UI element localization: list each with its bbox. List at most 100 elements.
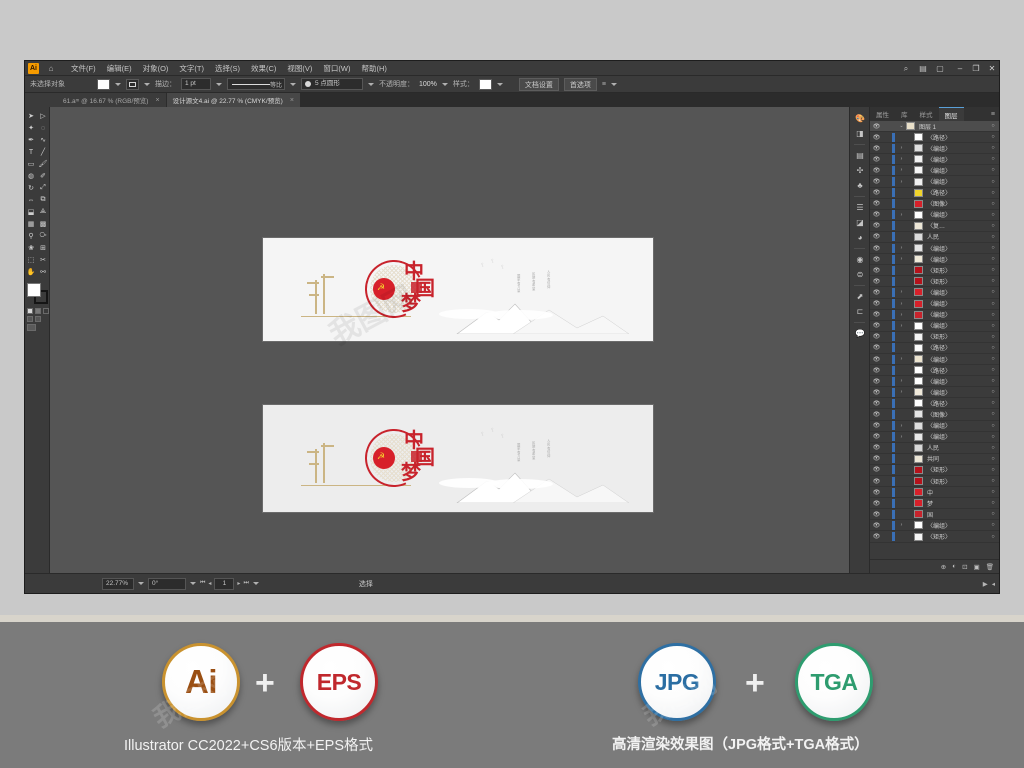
layer-target-icon[interactable]: ○ xyxy=(987,179,999,185)
layers-list[interactable]: 👁 ⌄ 图层 1 ○ 👁 〈路径〉 ○ 👁 › 〈编组〉 ○ 👁 › 〈编组〉 ○ 👁 › 〈编组〉 ○ 👁 › 〈编组〉… xyxy=(870,121,999,559)
layer-row[interactable]: 👁 〈路径〉 ○ xyxy=(870,343,999,354)
layer-visibility-icon[interactable]: 👁 xyxy=(870,400,883,407)
canvas-area[interactable]: ☭ 中 国 梦 ᭬ ᭬ ᭬ 国家有力量 民族有希望 人民有信仰 ☭ 中 国 梦 … xyxy=(50,107,869,573)
brush-definition-select[interactable]: 5 点圆形 xyxy=(301,78,363,90)
layer-target-icon[interactable]: ○ xyxy=(987,334,999,340)
artboard-tool[interactable]: ⬚ xyxy=(25,254,37,266)
nav-first-icon[interactable]: ⏮ xyxy=(200,580,205,587)
home-icon[interactable]: ⌂ xyxy=(44,64,58,73)
lasso-tool[interactable]: ◌ xyxy=(37,122,49,134)
layer-target-icon[interactable]: ○ xyxy=(987,201,999,207)
color-guide-icon[interactable]: ◨ xyxy=(850,126,870,141)
graphic-style-swatch[interactable] xyxy=(478,78,492,90)
layer-target-icon[interactable]: ○ xyxy=(987,312,999,318)
fill-swatch[interactable] xyxy=(97,78,110,90)
layer-target-icon[interactable]: ○ xyxy=(987,167,999,173)
layer-row[interactable]: 👁 共同 ○ xyxy=(870,454,999,465)
layer-visibility-icon[interactable]: 👁 xyxy=(870,367,883,374)
layer-expand-icon[interactable]: › xyxy=(897,423,906,429)
layer-target-icon[interactable]: ○ xyxy=(987,411,999,417)
layer-visibility-icon[interactable]: 👁 xyxy=(870,289,883,296)
hand-tool[interactable]: ✋ xyxy=(25,266,37,278)
layer-visibility-icon[interactable]: 👁 xyxy=(870,256,883,263)
preferences-button[interactable]: 首选项 xyxy=(563,77,597,91)
layer-row[interactable]: 👁 › 〈编组〉 ○ xyxy=(870,210,999,221)
menu-help[interactable]: 帮助(H) xyxy=(361,61,388,76)
layer-row[interactable]: 👁 〈矩形〉 ○ xyxy=(870,265,999,277)
layer-target-icon[interactable]: ○ xyxy=(987,156,999,162)
layer-target-icon[interactable]: ○ xyxy=(987,367,999,373)
layer-expand-icon[interactable]: › xyxy=(897,378,906,384)
layer-target-icon[interactable]: ○ xyxy=(987,378,999,384)
tab-libraries[interactable]: 库 xyxy=(895,107,914,121)
play-icon[interactable]: ▶ xyxy=(983,580,988,588)
layer-visibility-icon[interactable]: 👁 xyxy=(870,333,883,340)
gradient-tool[interactable]: ▩ xyxy=(37,218,49,230)
layer-row[interactable]: 👁 › 〈编组〉 ○ xyxy=(870,165,999,177)
locate-object-icon[interactable]: ⊕ xyxy=(941,563,946,571)
layer-target-icon[interactable]: ○ xyxy=(987,489,999,495)
shape-builder-tool[interactable]: ⬓ xyxy=(25,206,37,218)
layer-visibility-icon[interactable]: 👁 xyxy=(870,500,883,507)
paintbrush-tool[interactable]: 🖌 xyxy=(37,158,49,170)
current-tool-label[interactable]: 选择 xyxy=(359,579,373,589)
pen-tool[interactable]: ✒ xyxy=(25,134,37,146)
blend-tool[interactable]: ⧂ xyxy=(37,230,49,242)
layer-row[interactable]: 👁 › 〈编组〉 ○ xyxy=(870,254,999,266)
document-setup-button[interactable]: 文档设置 xyxy=(518,77,559,91)
stroke-profile-select[interactable]: 等比 xyxy=(227,78,285,90)
column-graph-tool[interactable]: ⊞ xyxy=(37,242,49,254)
style-dropdown-icon[interactable] xyxy=(496,82,503,86)
artboard-bottom[interactable]: ☭ 中 国 梦 ᭬ ᭬ ᭬ 国家有力量 民族有希望 人民有信仰 xyxy=(263,405,653,512)
layer-visibility-icon[interactable]: 👁 xyxy=(870,411,883,418)
document-tab-1[interactable]: 61.aᵐ @ 16.67 % (RGB/预览) × xyxy=(57,93,167,107)
layer-row[interactable]: 👁 〈路径〉 ○ xyxy=(870,132,999,144)
layer-target-icon[interactable]: ○ xyxy=(987,356,999,362)
appearance-panel-icon[interactable]: ◉ xyxy=(850,252,870,267)
layer-expand-icon[interactable]: › xyxy=(897,289,906,295)
layer-target-icon[interactable]: ○ xyxy=(987,478,999,484)
layer-row[interactable]: 👁 人民 ○ xyxy=(870,443,999,454)
layer-expand-icon[interactable]: › xyxy=(897,434,906,440)
layer-row[interactable]: 👁 › 〈编组〉 ○ xyxy=(870,520,999,532)
layer-visibility-icon[interactable]: 👁 xyxy=(870,300,883,307)
swatches-panel-icon[interactable]: ▤ xyxy=(850,148,870,163)
layer-row[interactable]: 👁 〈矩形〉 ○ xyxy=(870,465,999,476)
layer-expand-icon[interactable]: › xyxy=(897,301,906,307)
document-tab-2[interactable]: 设计源文4.ai @ 22.77 % (CMYK/预览) × xyxy=(166,93,301,107)
layer-expand-icon[interactable]: › xyxy=(897,212,906,218)
layer-visibility-icon[interactable]: 👁 xyxy=(870,189,883,196)
layer-expand-icon[interactable]: › xyxy=(897,256,906,262)
screen-mode-icon[interactable] xyxy=(27,324,36,331)
layer-row[interactable]: 👁 › 〈编组〉 ○ xyxy=(870,243,999,255)
layer-row[interactable]: 👁 › 〈编组〉 ○ xyxy=(870,354,999,366)
color-panel-icon[interactable]: 🎨 xyxy=(850,111,870,126)
arrange-documents-icon[interactable]: ▤ xyxy=(917,64,929,73)
layer-target-icon[interactable]: ○ xyxy=(987,522,999,528)
layer-row[interactable]: 👁 〈图像〉 ○ xyxy=(870,409,999,421)
layer-row[interactable]: 👁 › 〈编组〉 ○ xyxy=(870,143,999,155)
layer-row[interactable]: 👁 中 ○ xyxy=(870,487,999,499)
menu-view[interactable]: 视图(V) xyxy=(286,61,313,76)
workspace-icon[interactable]: ▢ xyxy=(934,64,946,73)
layer-target-icon[interactable]: ○ xyxy=(987,267,999,273)
layer-visibility-icon[interactable]: 👁 xyxy=(870,455,883,462)
delete-layer-icon[interactable]: 🗑 xyxy=(986,563,994,571)
menu-type[interactable]: 文字(T) xyxy=(178,61,205,76)
layer-row[interactable]: 👁 国 ○ xyxy=(870,509,999,521)
layer-target-icon[interactable]: ○ xyxy=(987,212,999,218)
search-icon[interactable]: ⌕ xyxy=(900,64,912,74)
layer-target-icon[interactable]: ○ xyxy=(987,434,999,440)
layer-target-icon[interactable]: ○ xyxy=(987,467,999,473)
layer-row[interactable]: 👁 › 〈编组〉 ○ xyxy=(870,310,999,321)
layer-expand-icon[interactable]: › xyxy=(897,167,906,173)
layer-visibility-icon[interactable]: 👁 xyxy=(870,444,883,451)
layer-target-icon[interactable]: ○ xyxy=(987,389,999,395)
mesh-tool[interactable]: ▦ xyxy=(25,218,37,230)
menu-file[interactable]: 文件(F) xyxy=(70,61,97,76)
fill-color-indicator[interactable] xyxy=(27,283,41,297)
layer-target-icon[interactable]: ○ xyxy=(987,134,999,140)
layer-expand-icon[interactable]: › xyxy=(897,156,906,162)
graphic-styles-panel-icon[interactable]: ⊜ xyxy=(850,267,870,282)
layer-expand-icon[interactable]: › xyxy=(897,312,906,318)
